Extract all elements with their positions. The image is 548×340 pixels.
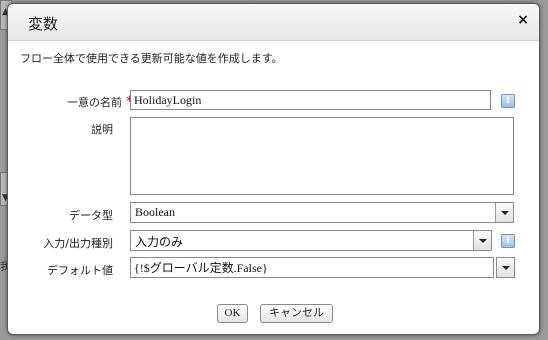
chevron-down-icon[interactable] — [473, 231, 491, 250]
variable-dialog: 変数 × フロー全体で使用できる更新可能な値を作成します。 一意の名前 * i … — [7, 3, 540, 335]
data-type-label: データ型 — [69, 209, 113, 222]
io-type-label: 入力/出力種別 — [43, 237, 113, 250]
chevron-down-icon[interactable] — [495, 203, 513, 222]
ok-button[interactable]: OK — [217, 304, 248, 323]
io-type-select[interactable]: 入力のみ — [130, 230, 492, 251]
close-icon[interactable]: × — [517, 12, 529, 28]
io-type-value: 入力のみ — [135, 235, 184, 249]
unique-name-label: 一意の名前 — [67, 96, 122, 109]
data-type-select[interactable]: Boolean — [130, 202, 514, 223]
dialog-title: 変数 — [28, 15, 59, 33]
dialog-titlebar: 変数 × — [8, 4, 539, 41]
unique-name-input[interactable] — [130, 90, 491, 110]
default-value-dropdown-icon[interactable] — [496, 257, 515, 278]
dialog-description: フロー全体で使用できる更新可能な値を作成します。 — [20, 52, 283, 65]
cancel-button[interactable]: キャンセル — [260, 304, 333, 323]
default-value-label: デフォルト値 — [47, 264, 113, 277]
io-type-info-icon[interactable]: i — [501, 234, 515, 248]
default-value-input[interactable] — [130, 257, 494, 278]
data-type-value: Boolean — [135, 205, 175, 219]
description-label: 説明 — [91, 123, 113, 136]
unique-name-info-icon[interactable]: i — [501, 94, 515, 108]
description-textarea[interactable] — [130, 117, 514, 195]
